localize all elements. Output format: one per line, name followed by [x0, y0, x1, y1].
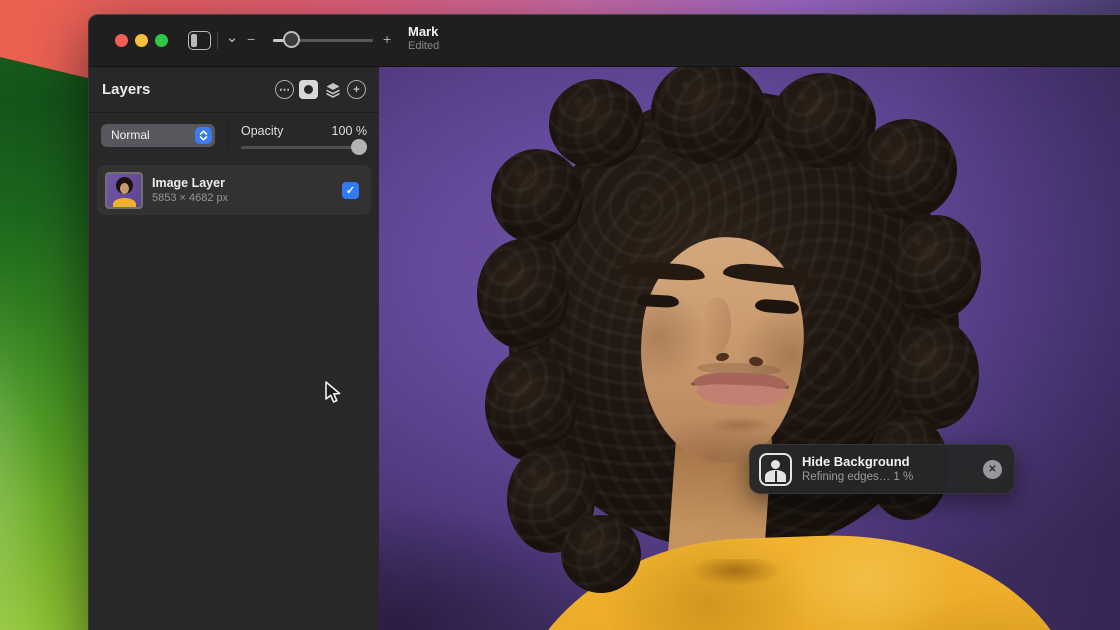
layers-stack-icon[interactable]: [323, 80, 342, 99]
toast-close-button[interactable]: ✕: [983, 460, 1002, 479]
hair-curl: [857, 119, 957, 219]
toast-title: Hide Background: [802, 453, 913, 470]
layer-thumbnail[interactable]: [105, 172, 143, 209]
mask-icon-dot: [304, 85, 313, 94]
zoom-out-button[interactable]: −: [247, 31, 255, 47]
hair-curl: [561, 515, 641, 593]
desktop: ⌄ − + Mark Edited Layers ⋯: [0, 0, 1120, 630]
zoom-in-button[interactable]: +: [383, 31, 391, 47]
layers-sidebar: Layers ⋯ + Normal: [89, 67, 379, 630]
hide-background-toast: Hide Background Refining edges… 1 % ✕: [749, 444, 1015, 494]
hair-curl: [477, 239, 569, 349]
hair-curl: [491, 149, 583, 244]
minimize-window-button[interactable]: [135, 34, 148, 47]
sidebar-toggle-pane: [191, 34, 197, 47]
chevron-down-icon[interactable]: ⌄: [223, 28, 241, 46]
layer-visibility-checkbox[interactable]: ✓: [342, 182, 359, 199]
opacity-value: 100 %: [332, 124, 367, 138]
editor-window: ⌄ − + Mark Edited Layers ⋯: [88, 14, 1120, 630]
canvas[interactable]: Hide Background Refining edges… 1 % ✕: [379, 67, 1120, 630]
portrait-neckline-shadow: [675, 559, 797, 597]
layer-name: Image Layer: [152, 175, 228, 191]
sidebar-toggle-icon[interactable]: [188, 31, 211, 50]
layers-panel-header: Layers ⋯ +: [89, 67, 379, 113]
dropdown-chevrons-icon: [195, 127, 212, 144]
close-window-button[interactable]: [115, 34, 128, 47]
thumbnail-face: [120, 183, 129, 194]
row-divider: [227, 120, 228, 150]
opacity-slider[interactable]: [241, 146, 365, 149]
opacity-slider-knob[interactable]: [351, 139, 367, 155]
portrait-chin-shadow: [709, 417, 773, 433]
person-icon-head: [771, 460, 780, 469]
mask-icon[interactable]: [299, 80, 318, 99]
thumbnail-shirt: [113, 198, 136, 209]
blend-opacity-row: Normal Opacity 100 %: [89, 113, 379, 158]
hair-curl: [549, 79, 644, 169]
hair-curl: [891, 319, 979, 429]
portrait-eye-left: [637, 294, 680, 308]
toast-status: Refining edges… 1 %: [802, 470, 913, 485]
blend-mode-dropdown[interactable]: Normal: [101, 124, 215, 147]
document-title-block: Mark Edited: [408, 24, 439, 54]
hair-curl: [891, 215, 981, 320]
layers-panel-title: Layers: [102, 81, 150, 98]
layer-meta: Image Layer 5853 × 4682 px: [152, 175, 228, 206]
blend-mode-value: Normal: [111, 128, 150, 142]
layer-dimensions: 5853 × 4682 px: [152, 191, 228, 205]
wallpaper-green-hills: [0, 0, 96, 630]
toolbar-divider: [217, 32, 218, 49]
more-options-icon[interactable]: ⋯: [275, 80, 294, 99]
titlebar: ⌄ − + Mark Edited: [89, 15, 1120, 67]
zoom-window-button[interactable]: [155, 34, 168, 47]
add-layer-icon[interactable]: +: [347, 80, 366, 99]
person-icon-line: [775, 471, 777, 482]
opacity-label: Opacity: [241, 124, 283, 138]
mouse-cursor: [324, 381, 346, 410]
document-title: Mark: [408, 24, 439, 40]
hair-curl: [485, 349, 577, 461]
zoom-slider-knob[interactable]: [283, 31, 300, 48]
layer-row-image-layer[interactable]: Image Layer 5853 × 4682 px ✓: [97, 165, 371, 215]
document-status: Edited: [408, 40, 439, 54]
opacity-control: Opacity 100 %: [241, 122, 367, 149]
person-cutout-icon: [759, 453, 792, 486]
